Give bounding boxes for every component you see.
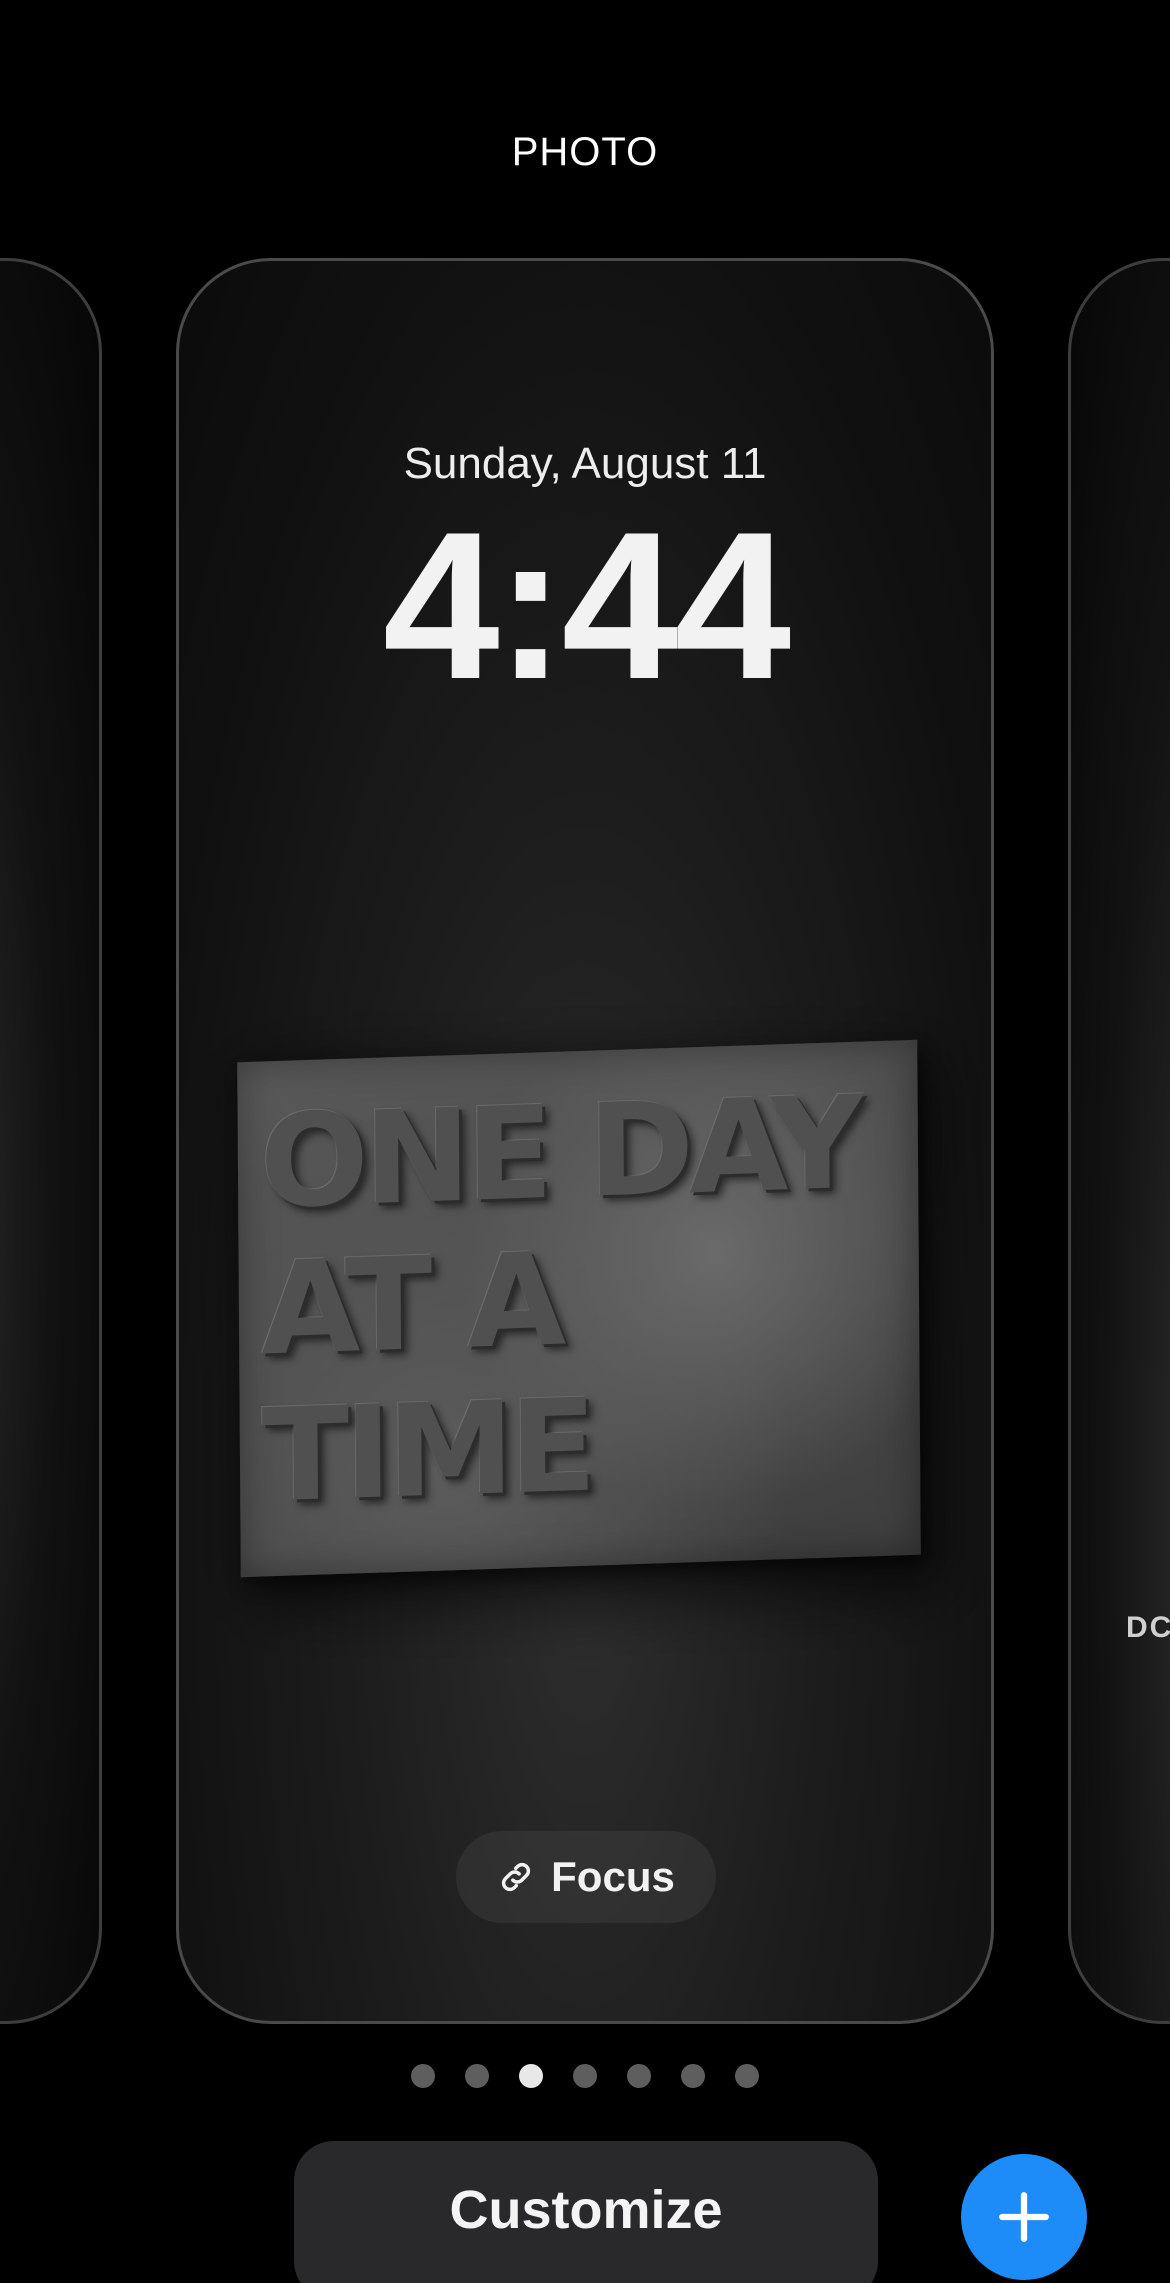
artwork-text: ONE DAY AT A TIME xyxy=(259,1068,861,1532)
wallpaper-photo-artwork: ONE DAY AT A TIME xyxy=(237,1039,921,1578)
wallpaper-card-current[interactable]: Sunday, August 11 4:44 ONE DAY AT A TIME… xyxy=(176,258,994,2024)
page-dot[interactable] xyxy=(465,2064,489,2088)
page-dot[interactable] xyxy=(627,2064,651,2088)
next-wallpaper-text: DC xyxy=(1126,1611,1170,1644)
customize-button[interactable]: Customize xyxy=(294,2141,878,2283)
plus-icon xyxy=(999,2192,1049,2242)
wallpaper-gallery: PHOTO Sunday, August 11 4:44 ONE DAY AT … xyxy=(0,0,1170,2283)
wallpaper-type-label: PHOTO xyxy=(511,130,659,174)
artwork-line: ONE DAY xyxy=(259,1068,860,1238)
lock-screen-date: Sunday, August 11 xyxy=(403,439,767,488)
page-dot[interactable] xyxy=(681,2064,705,2088)
lock-screen-time: 4:44 xyxy=(382,488,791,723)
artwork-line: AT A xyxy=(260,1225,562,1385)
artwork-line: TIME xyxy=(261,1371,593,1532)
page-dot[interactable] xyxy=(411,2064,435,2088)
focus-label: Focus xyxy=(551,1853,675,1900)
wallpaper-card-next[interactable]: DC xyxy=(1068,258,1170,2024)
page-indicator[interactable] xyxy=(0,2064,1170,2088)
wallpaper-card-previous[interactable] xyxy=(0,258,102,2024)
page-dot[interactable] xyxy=(735,2064,759,2088)
page-dot[interactable] xyxy=(573,2064,597,2088)
page-dot-active[interactable] xyxy=(519,2064,543,2088)
add-wallpaper-button[interactable] xyxy=(961,2154,1087,2280)
link-icon xyxy=(502,1862,531,1892)
focus-link-button[interactable]: Focus xyxy=(456,1831,716,1923)
